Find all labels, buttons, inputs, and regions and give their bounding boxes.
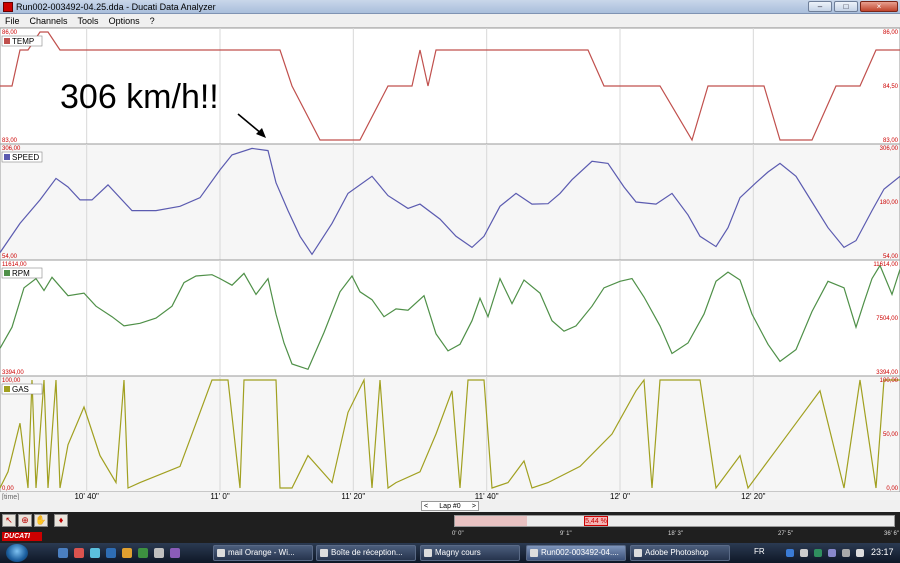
y-min-label-left: 3394,00 — [2, 370, 24, 376]
y-max-label-left: 100,00 — [2, 378, 21, 384]
show-desktop-icon[interactable] — [58, 548, 68, 558]
taskbar-item-inbox[interactable]: Boîte de réception... — [316, 545, 416, 561]
ducati-logo: DUCATI — [2, 532, 42, 541]
quicklaunch-icon[interactable] — [170, 548, 180, 558]
overview-tick: 36' 6" — [884, 531, 899, 537]
tray-icon[interactable] — [814, 549, 822, 557]
time-tick-label: 11' 20" — [341, 492, 365, 500]
y-min-label-left: 0,00 — [2, 486, 14, 492]
y-min-label-left: 54,00 — [2, 254, 18, 260]
quicklaunch-icon[interactable] — [122, 548, 132, 558]
marker-tool-icon[interactable]: ♦ — [54, 514, 68, 527]
taskbar-item-data-analyzer[interactable]: Run002-003492-04.... — [526, 545, 626, 561]
overview-tick: 27' 5" — [778, 531, 793, 537]
menu-tools[interactable]: Tools — [73, 14, 104, 27]
y-max-label-left: 86,00 — [2, 30, 18, 36]
panel-speed[interactable] — [0, 143, 900, 261]
tool-strip: ↖ ⊕ ✋ ♦ 5,44 % — [0, 512, 900, 530]
app-icon — [3, 2, 13, 12]
overview-timeline[interactable]: DUCATI 0' 0" 9' 1" 18' 3" 27' 5" 36' 6" — [0, 530, 900, 543]
quicklaunch-icon[interactable] — [74, 548, 84, 558]
lap-label: Lap #0 — [439, 502, 461, 510]
overview-tick: 0' 0" — [452, 531, 464, 537]
y-mid-label-right: 84,50 — [883, 84, 899, 90]
channel-color-swatch — [4, 270, 10, 276]
y-max-label-right: 100,00 — [880, 378, 899, 384]
folder-icon — [320, 549, 328, 557]
tray-icon[interactable] — [842, 549, 850, 557]
zoom-range-bar[interactable]: 5,44 % — [454, 515, 895, 527]
y-mid-label-right: 180,00 — [880, 200, 899, 206]
overview-tick: 9' 1" — [560, 531, 572, 537]
clock: 23:17 — [871, 547, 894, 557]
panel-rpm[interactable] — [0, 259, 900, 377]
prev-lap-button[interactable]: < — [424, 503, 428, 510]
y-min-label-right: 0,00 — [886, 486, 898, 492]
taskbar-item-magny-cours[interactable]: Magny cours — [420, 545, 520, 561]
window-controls: – □ × — [808, 1, 898, 12]
zoom-range-fill — [455, 516, 527, 526]
language-indicator[interactable]: FR — [754, 547, 765, 556]
taskbar: mail Orange - Wi... Boîte de réception..… — [0, 543, 900, 563]
menu-options[interactable]: Options — [104, 14, 145, 27]
start-button[interactable] — [6, 544, 28, 562]
network-icon[interactable] — [828, 549, 836, 557]
y-min-label-left: 83,00 — [2, 138, 18, 144]
y-min-label-right: 83,00 — [883, 138, 899, 144]
lap-navigator: < Lap #0 > — [421, 501, 479, 511]
y-mid-label-right: 50,00 — [883, 432, 899, 438]
y-max-label-right: 86,00 — [883, 30, 899, 36]
app-icon — [530, 549, 538, 557]
taskbar-item-mail[interactable]: mail Orange - Wi... — [213, 545, 313, 561]
channel-label[interactable]: GAS — [12, 385, 29, 394]
channel-color-swatch — [4, 386, 10, 392]
photoshop-icon — [634, 549, 642, 557]
menu-help[interactable]: ? — [145, 14, 160, 27]
help-icon[interactable] — [786, 549, 794, 557]
tray-icon[interactable] — [800, 549, 808, 557]
folder-icon — [424, 549, 432, 557]
title-bar: Run002-003492-04.25.dda - Ducati Data An… — [0, 0, 900, 14]
window-title: Run002-003492-04.25.dda - Ducati Data An… — [16, 2, 216, 12]
time-tick-label: 12' 0" — [610, 492, 630, 500]
y-mid-label-right: 7504,00 — [876, 316, 898, 322]
close-button[interactable]: × — [860, 1, 898, 12]
mail-icon — [217, 549, 225, 557]
channel-color-swatch — [4, 154, 10, 160]
y-min-label-right: 54,00 — [883, 254, 899, 260]
pan-tool-icon[interactable]: ✋ — [34, 514, 48, 527]
time-tick-label: 11' 40" — [475, 492, 499, 500]
volume-icon[interactable] — [856, 549, 864, 557]
time-tick-label: 11' 0" — [210, 492, 230, 500]
menu-file[interactable]: File — [0, 14, 25, 27]
minimize-button[interactable]: – — [808, 1, 832, 12]
quicklaunch-icon[interactable] — [90, 548, 100, 558]
menu-channels[interactable]: Channels — [25, 14, 73, 27]
channel-label[interactable]: TEMP — [12, 37, 34, 46]
zoom-percent: 5,44 % — [584, 516, 608, 526]
y-max-label-left: 306,00 — [2, 146, 21, 152]
y-min-label-right: 3394,00 — [876, 370, 898, 376]
y-max-label-right: 11614,00 — [873, 262, 898, 268]
quicklaunch-icon[interactable] — [138, 548, 148, 558]
channel-color-swatch — [4, 38, 10, 44]
panel-gas[interactable] — [0, 375, 900, 493]
taskbar-item-photoshop[interactable]: Adobe Photoshop — [630, 545, 730, 561]
channel-label[interactable]: SPEED — [12, 153, 39, 162]
zoom-tool-icon[interactable]: ⊕ — [18, 514, 32, 527]
menu-bar: File Channels Tools Options ? — [0, 14, 900, 28]
lap-bar: < Lap #0 > — [0, 500, 900, 512]
time-tick-label: 12' 20" — [741, 492, 766, 500]
y-max-label-left: 11614,00 — [2, 262, 27, 268]
overview-tick: 18' 3" — [668, 531, 683, 537]
cursor-tool-icon[interactable]: ↖ — [2, 514, 16, 527]
maximize-button[interactable]: □ — [834, 1, 858, 12]
next-lap-button[interactable]: > — [472, 503, 476, 510]
quicklaunch-icon[interactable] — [154, 548, 164, 558]
y-max-label-right: 306,00 — [880, 146, 899, 152]
time-tick-label: 10' 40" — [74, 492, 99, 500]
top-speed-annotation: 306 km/h!! — [60, 78, 219, 116]
ie-icon[interactable] — [106, 548, 116, 558]
channel-label[interactable]: RPM — [12, 269, 30, 278]
